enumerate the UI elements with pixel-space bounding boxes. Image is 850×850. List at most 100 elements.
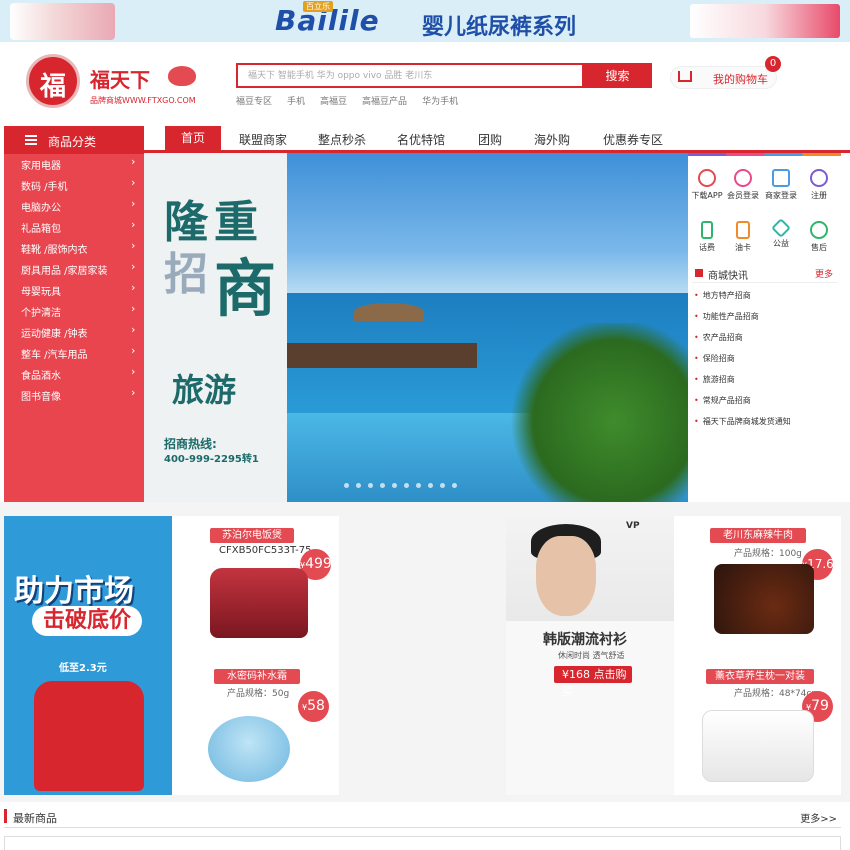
- store-icon: [772, 169, 790, 187]
- carousel-dot[interactable]: [428, 483, 433, 488]
- category-item[interactable]: 母婴玩具 ›: [4, 280, 144, 301]
- site-name[interactable]: 福天下: [90, 64, 150, 93]
- hot-link[interactable]: 高福豆产品: [362, 94, 407, 107]
- diaper-pack-image: [690, 4, 840, 38]
- hot-link[interactable]: 华为手机: [422, 94, 458, 107]
- promo-subheadline: 击破底价: [32, 606, 142, 636]
- fuel-card-icon: [736, 221, 750, 239]
- product-spec: 产品规格：100g: [734, 549, 802, 559]
- quick-fuel-card[interactable]: 油卡: [724, 221, 762, 253]
- quick-charity[interactable]: 公益: [762, 218, 800, 249]
- category-menu-header[interactable]: 商品分类: [4, 126, 144, 154]
- rice-cooker-image[interactable]: [210, 568, 308, 638]
- news-item[interactable]: 福天下品牌商城发货通知: [694, 416, 791, 427]
- quick-label: 公益: [773, 239, 789, 248]
- nav-item[interactable]: 联盟商家: [239, 131, 287, 148]
- quick-label: 下载APP: [691, 191, 723, 200]
- carousel-dot[interactable]: [416, 483, 421, 488]
- promo-title: 韩版潮流衬衫: [543, 632, 627, 648]
- user-icon: [734, 169, 752, 187]
- carousel-dot[interactable]: [356, 483, 361, 488]
- news-title: 商城快讯: [708, 271, 748, 282]
- category-item[interactable]: 鞋靴 /服饰内衣 ›: [4, 238, 144, 259]
- product-card-appliance: 苏泊尔电饭煲 CFXB50FC533T-75 ¥499 水密码补水霜 产品规格：…: [172, 516, 339, 795]
- price-badge: ¥58: [298, 691, 329, 722]
- nav-home[interactable]: 首页: [165, 126, 221, 151]
- news-item[interactable]: 旅游招商: [694, 374, 735, 385]
- nav-item[interactable]: 海外购: [534, 131, 570, 148]
- quick-merchant-login[interactable]: 商家登录: [762, 169, 800, 201]
- nav-item[interactable]: 整点秒杀: [318, 131, 366, 148]
- category-menu-title: 商品分类: [48, 135, 97, 149]
- cart-button[interactable]: 我的购物车: [670, 66, 777, 89]
- category-item[interactable]: 数码 /手机 ›: [4, 175, 144, 196]
- hero-title-char: 商: [214, 252, 277, 325]
- carousel-dot[interactable]: [404, 483, 409, 488]
- news-item[interactable]: 地方特产招商: [694, 290, 751, 301]
- news-item[interactable]: 农产品招商: [694, 332, 743, 343]
- hero-umbrella-image: [354, 303, 424, 321]
- hot-link[interactable]: 福豆专区: [236, 94, 272, 107]
- face-cream-image[interactable]: [208, 716, 290, 782]
- hero-hotline-number: 400-999-2295转1: [164, 454, 259, 465]
- cart-label: 我的购物车: [713, 73, 768, 86]
- carousel-dot[interactable]: [380, 483, 385, 488]
- new-products-list: [4, 836, 841, 850]
- carousel-dot[interactable]: [452, 483, 457, 488]
- quick-phone-topup[interactable]: 话费: [688, 221, 726, 253]
- news-item[interactable]: 保险招商: [694, 353, 735, 364]
- category-label: 整车 /汽车用品: [21, 350, 88, 361]
- product-name[interactable]: 老川东麻辣牛肉: [710, 528, 806, 543]
- nav-item[interactable]: 优惠券专区: [603, 131, 663, 148]
- hot-link[interactable]: 手机: [287, 94, 305, 107]
- news-item[interactable]: 功能性产品招商: [694, 311, 759, 322]
- price-value: 499: [305, 556, 332, 572]
- carousel-dot[interactable]: [368, 483, 373, 488]
- site-logo[interactable]: 福: [26, 54, 80, 108]
- news-item[interactable]: 常规产品招商: [694, 395, 751, 406]
- product-name[interactable]: 水密码补水霜: [214, 669, 300, 684]
- category-item[interactable]: 家用电器 ›: [4, 154, 144, 175]
- quick-after-sales[interactable]: 售后: [800, 221, 838, 253]
- nav-item[interactable]: 团购: [478, 131, 502, 148]
- section-more-link[interactable]: 更多>>: [800, 810, 837, 825]
- product-spec: 产品规格：50g: [227, 689, 290, 699]
- new-products-header: 最新商品 更多>>: [4, 806, 841, 828]
- product-name[interactable]: 薰衣草养生枕一对装: [706, 669, 814, 684]
- category-item[interactable]: 图书音像 ›: [4, 385, 144, 406]
- pillow-image[interactable]: [702, 710, 814, 782]
- buy-now-button[interactable]: ¥168 点击购买: [554, 666, 632, 698]
- headset-icon: [810, 221, 828, 239]
- carousel-dot[interactable]: [440, 483, 445, 488]
- carousel-dot[interactable]: [392, 483, 397, 488]
- quick-member-login[interactable]: 会员登录: [724, 169, 762, 201]
- quick-download-app[interactable]: 下载APP: [688, 169, 726, 201]
- hot-link[interactable]: 高福豆: [320, 94, 347, 107]
- category-item[interactable]: 礼品箱包 ›: [4, 217, 144, 238]
- chevron-right-icon: ›: [131, 323, 136, 336]
- promo-price-note: 低至2.3元: [59, 663, 107, 674]
- search-button[interactable]: 搜索: [583, 63, 652, 88]
- promo-market-banner[interactable]: 助力市场 击破底价 低至2.3元: [4, 516, 172, 795]
- search-input[interactable]: [236, 63, 584, 88]
- nav-item[interactable]: 名优特馆: [397, 131, 445, 148]
- carousel-dot[interactable]: [344, 483, 349, 488]
- category-item[interactable]: 整车 /汽车用品 ›: [4, 343, 144, 364]
- spicy-beef-image[interactable]: [714, 564, 814, 634]
- top-ad-banner[interactable]: Bailile 百立乐 婴儿纸尿裤系列: [0, 0, 850, 42]
- category-item[interactable]: 个护清洁 ›: [4, 301, 144, 322]
- cart-count-badge: 0: [765, 56, 781, 72]
- quick-register[interactable]: 注册: [800, 169, 838, 201]
- product-name[interactable]: 苏泊尔电饭煲: [210, 528, 294, 543]
- category-label: 家用电器: [21, 161, 61, 172]
- carousel-dots[interactable]: [344, 483, 457, 488]
- category-item[interactable]: 运动健康 /钟表 ›: [4, 322, 144, 343]
- category-item[interactable]: 电脑办公 ›: [4, 196, 144, 217]
- chevron-right-icon: ›: [131, 239, 136, 252]
- category-item[interactable]: 厨具用品 /家居家装 ›: [4, 259, 144, 280]
- site-url: 品牌商城WWW.FTXGO.COM: [90, 96, 196, 105]
- news-more-link[interactable]: 更多: [815, 267, 833, 280]
- hero-carousel[interactable]: 隆 招 重 商 旅游 招商热线: 400-999-2295转1: [144, 153, 688, 502]
- category-item[interactable]: 食品酒水 ›: [4, 364, 144, 385]
- promo-shirt-banner[interactable]: VP 韩版潮流衬衫 休闲时尚 透气舒适 ¥168 点击购买: [506, 516, 674, 795]
